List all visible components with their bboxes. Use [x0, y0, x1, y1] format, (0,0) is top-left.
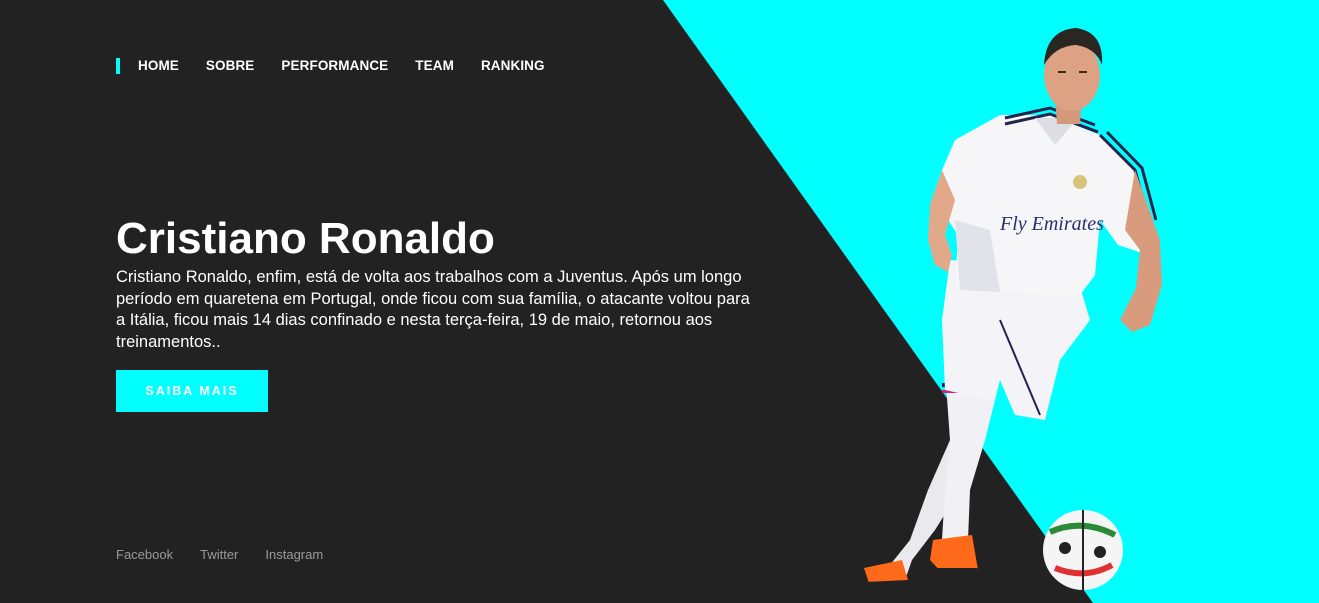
- main-nav: HOME SOBRE PERFORMANCE TEAM RANKING: [116, 58, 572, 74]
- hero-description: Cristiano Ronaldo, enfim, está de volta …: [116, 268, 750, 351]
- nav-item-home[interactable]: HOME: [138, 58, 179, 74]
- nav-item-performance[interactable]: PERFORMANCE: [281, 58, 388, 74]
- jersey-sponsor-text: Fly Emirates: [999, 213, 1104, 235]
- nav-accent-bar: [116, 58, 120, 74]
- nav-item-ranking[interactable]: RANKING: [481, 58, 545, 74]
- nav-item-sobre[interactable]: SOBRE: [206, 58, 255, 74]
- player-image: Fly Emirates: [864, 28, 1162, 590]
- nav-item-team[interactable]: TEAM: [415, 58, 454, 74]
- social-link-instagram[interactable]: Instagram: [265, 547, 323, 562]
- hero-title: Cristiano Ronaldo: [116, 214, 495, 263]
- social-link-twitter[interactable]: Twitter: [200, 547, 238, 562]
- landing-page: HOME SOBRE PERFORMANCE TEAM RANKING Cris…: [0, 0, 1319, 603]
- social-links: Facebook Twitter Instagram: [116, 547, 350, 562]
- social-link-facebook[interactable]: Facebook: [116, 547, 173, 562]
- saiba-mais-button[interactable]: SAIBA MAIS: [116, 370, 268, 412]
